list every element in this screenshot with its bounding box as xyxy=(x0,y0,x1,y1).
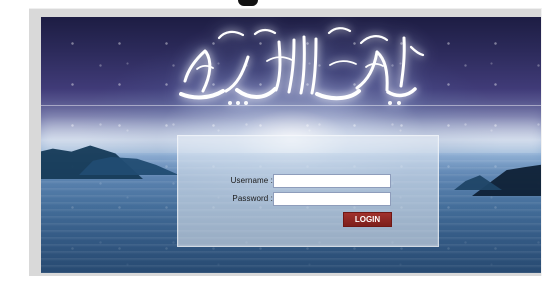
bismillah-calligraphy xyxy=(167,23,429,111)
background-scene: Username : Password : LOGIN xyxy=(41,17,542,273)
login-page: Username : Password : LOGIN xyxy=(0,0,542,284)
password-label: Password : xyxy=(232,194,273,203)
password-input[interactable] xyxy=(273,192,391,206)
login-button[interactable]: LOGIN xyxy=(343,212,392,227)
outer-frame: Username : Password : LOGIN xyxy=(29,8,542,276)
bismillah-calligraphy-art xyxy=(179,27,425,105)
password-row: Password : xyxy=(178,192,438,210)
username-label: Username : xyxy=(230,176,273,185)
username-row: Username : xyxy=(178,174,438,192)
username-input[interactable] xyxy=(273,174,391,188)
top-decoration xyxy=(238,0,258,6)
login-panel: Username : Password : LOGIN xyxy=(177,135,439,247)
